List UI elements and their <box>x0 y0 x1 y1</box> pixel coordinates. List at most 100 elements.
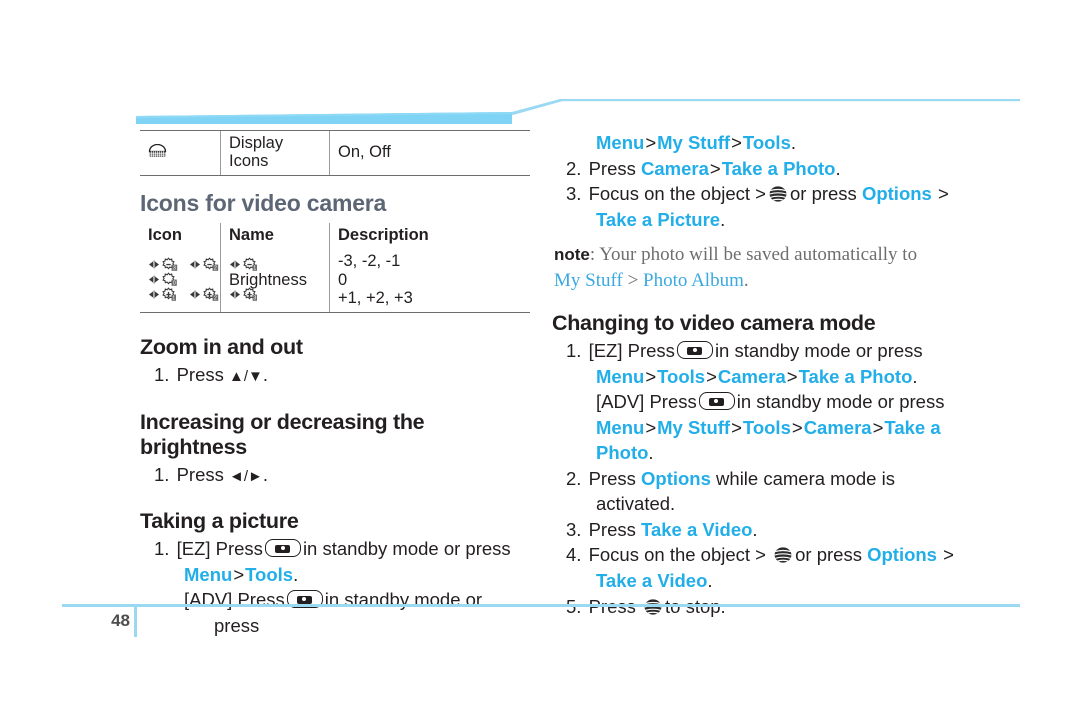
link-menu[interactable]: Menu <box>596 132 644 153</box>
adv-suffix: in standby mode or press <box>736 391 945 413</box>
link-take-a[interactable]: Take a <box>884 417 940 438</box>
step-number: 4. <box>566 544 582 566</box>
updown-keys-glyph: ▲/▼ <box>229 367 263 385</box>
link-my-stuff[interactable]: My Stuff <box>657 417 730 438</box>
col-header-description: Description <box>329 222 530 250</box>
display-icons-description: On, Off <box>329 130 530 176</box>
list-item: 1. [EZ] Press in standby mode or press Me… <box>566 338 1022 466</box>
left-column: Display Icons On, Off Icons for video ca… <box>140 130 530 638</box>
display-icons-glyph-cell <box>140 130 221 176</box>
ez-prefix: [EZ] Press <box>176 538 263 560</box>
step-text-before: Press <box>176 363 230 385</box>
period: . <box>707 569 713 591</box>
heading-zoom-in-and-out: Zoom in and out <box>140 334 303 359</box>
step-mid: or press <box>795 544 862 566</box>
step-prefix: Focus on the object > <box>588 183 766 205</box>
col-header-name: Name <box>220 222 330 250</box>
step-number: 1. <box>154 363 170 385</box>
list-item: 2. Press Camera>Take a Photo. <box>566 157 841 179</box>
step2b-continuation: activated. <box>596 493 676 515</box>
camera-key-icon <box>698 392 735 411</box>
ez-prefix: [EZ] Press <box>588 340 675 362</box>
list-item: 2. Press Options while camera mode is ac… <box>566 466 1022 517</box>
link-camera[interactable]: Camera <box>718 366 786 387</box>
svg-text:0: 0 <box>173 281 176 287</box>
link-menu[interactable]: Menu <box>184 564 232 585</box>
heading-increasing-or-decreasing-the-brightness: Increasing or decreasing the brightness <box>140 409 425 459</box>
take-photo-steps-list: 2. Press Camera>Take a Photo. 3. Focus o… <box>552 156 1022 233</box>
link-tools[interactable]: Tools <box>245 564 293 585</box>
link-camera[interactable]: Camera <box>804 417 872 438</box>
brightness-steps-list: 1. Press ◄/►. <box>140 462 530 488</box>
period: . <box>720 208 726 230</box>
link-photo-album[interactable]: Photo Album <box>643 270 744 291</box>
gt-separator: > <box>943 544 954 566</box>
page-number: 48 <box>111 611 130 630</box>
link-options[interactable]: Options <box>867 544 937 565</box>
link-options[interactable]: Options <box>641 468 711 489</box>
list-item: 1. [EZ] Press in standby mode or press Me… <box>154 536 530 587</box>
link-take-a-video[interactable]: Take a Video <box>641 519 752 540</box>
period: . <box>648 442 654 464</box>
right-column: Menu>My Stuff>Tools. 2. Press Camera>Tak… <box>552 130 1022 619</box>
note-label: note <box>554 245 590 265</box>
link-photo[interactable]: Photo <box>596 442 648 463</box>
step4-continuation: Take a Video. <box>596 568 1022 594</box>
link-my-stuff[interactable]: My Stuff <box>657 132 730 153</box>
list-item: 1. Press ▲/▼. <box>154 362 530 388</box>
svg-text:2: 2 <box>213 296 216 302</box>
step-suffix: while camera mode is <box>716 467 895 489</box>
svg-text:2: 2 <box>213 266 216 272</box>
adv-prefix: [ADV] Press <box>596 391 697 413</box>
link-my-stuff[interactable]: My Stuff <box>554 270 623 291</box>
section-heading-icons-for-video-camera: Icons for video camera <box>140 189 387 216</box>
step-mid: or press <box>789 183 857 205</box>
page-footer: 48 <box>0 604 1080 664</box>
brightness-icon-row-positive: 1 2 3 <box>148 287 258 302</box>
camera-key-icon <box>676 341 713 360</box>
display-icons-icon <box>148 144 167 158</box>
link-menu[interactable]: Menu <box>596 417 644 438</box>
step-prefix: Press <box>588 518 642 540</box>
step-number: 2. <box>566 157 582 179</box>
step-number: 1. <box>154 538 170 560</box>
brightness-description: -3, -2, -1 0 +1, +2, +3 <box>329 249 530 313</box>
table-header-row: Icon Name Description <box>140 222 530 250</box>
table-row: Display Icons On, Off <box>140 130 530 176</box>
svg-text:3: 3 <box>253 296 256 302</box>
display-icons-table: Display Icons On, Off <box>140 130 530 176</box>
step-number: 3. <box>566 518 582 540</box>
table-row: 3 2 1 0 1 2 3 Brightness -3, -2, -1 0 +1… <box>140 249 530 313</box>
step-prefix: Press <box>588 157 642 179</box>
link-take-a-picture[interactable]: Take a Picture <box>596 209 720 230</box>
link-menu[interactable]: Menu <box>596 366 644 387</box>
note-block: note: Your photo will be saved automatic… <box>554 242 1022 293</box>
link-take-a-photo[interactable]: Take a Photo <box>722 158 836 179</box>
list-item: 3. Focus on the object > or press Options… <box>566 181 1022 232</box>
brightness-plus-1-icon: 1 <box>149 287 176 302</box>
link-tools[interactable]: Tools <box>657 366 705 387</box>
step-number: 3. <box>566 183 582 205</box>
step-number: 2. <box>566 467 582 489</box>
brightness-plus-3-icon: 3 <box>230 287 258 302</box>
heading-changing-to-video-camera-mode: Changing to video camera mode <box>552 311 876 336</box>
period: . <box>912 365 918 387</box>
link-tools[interactable]: Tools <box>743 132 791 153</box>
footer-rule <box>62 604 1020 607</box>
ez-menu-path: Menu>Tools. <box>184 563 299 585</box>
svg-text:3: 3 <box>173 266 176 272</box>
brightness-icon-row-negative: 3 2 1 <box>148 257 258 272</box>
taking-a-picture-steps-list: 1. [EZ] Press in standby mode or press Me… <box>140 536 530 587</box>
brightness-minus-2-icon: 2 <box>189 257 218 272</box>
leftright-keys-glyph: ◄/► <box>229 467 263 485</box>
brightness-icon-row-zero: 0 <box>148 272 212 287</box>
link-camera[interactable]: Camera <box>641 158 709 179</box>
link-take-a-photo[interactable]: Take a Photo <box>799 366 913 387</box>
zoom-steps-list: 1. Press ▲/▼. <box>140 362 530 388</box>
link-tools[interactable]: Tools <box>743 417 791 438</box>
step-number: 1. <box>154 463 170 485</box>
link-take-a-video[interactable]: Take a Video <box>596 570 707 591</box>
note-path: My Stuff > Photo Album. <box>554 268 1022 294</box>
link-options[interactable]: Options <box>862 183 932 204</box>
video-camera-icon-table: Icon Name Description 3 2 1 0 1 2 3 Brig… <box>140 222 530 313</box>
